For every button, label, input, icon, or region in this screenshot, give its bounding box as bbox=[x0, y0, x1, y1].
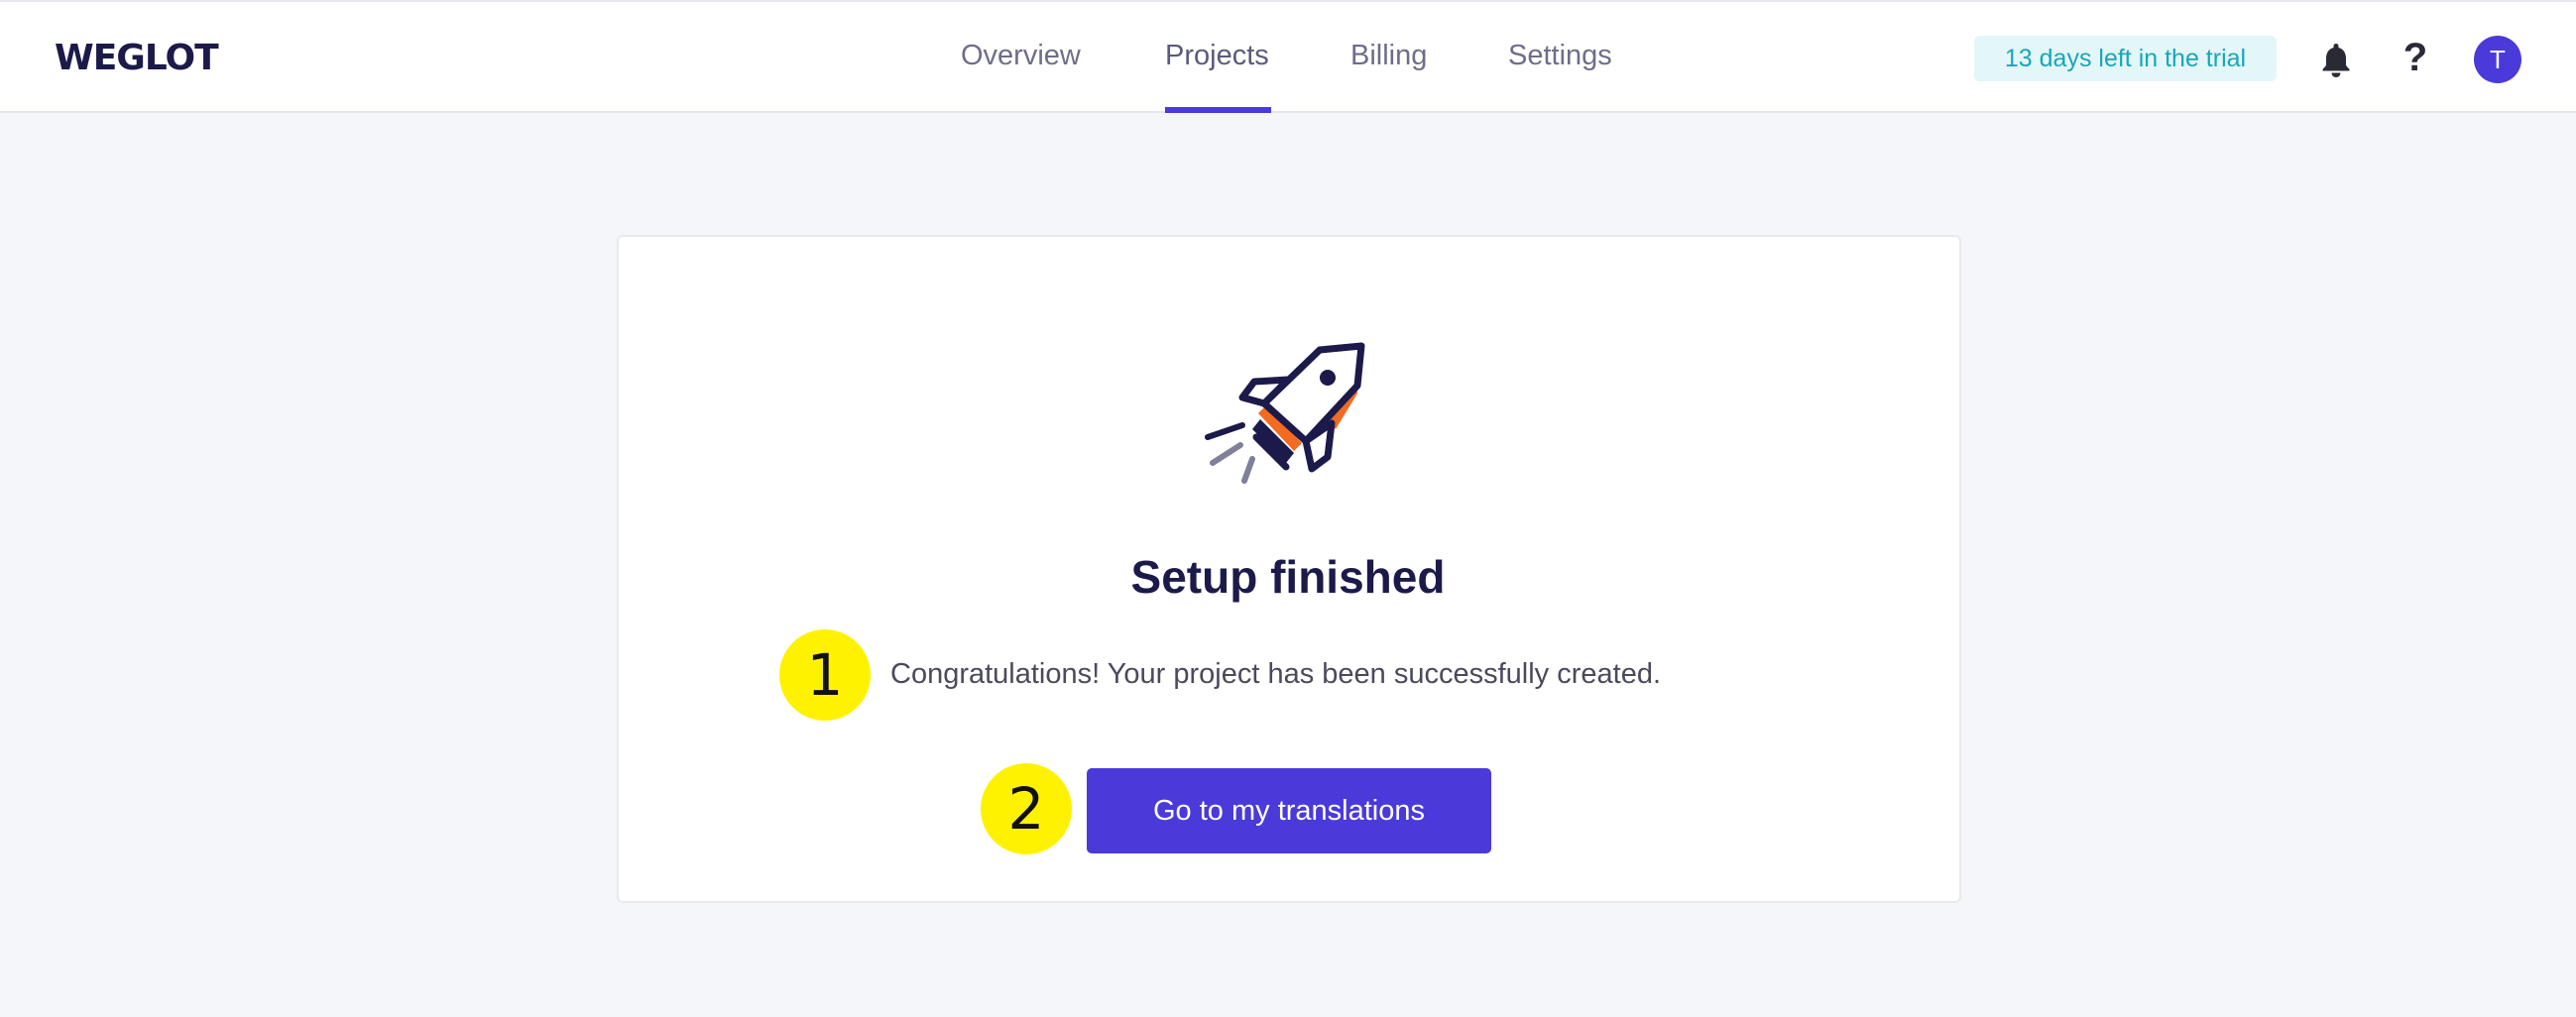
nav-item-projects[interactable]: Projects bbox=[1165, 40, 1269, 72]
active-tab-indicator bbox=[1165, 107, 1271, 113]
help-icon[interactable]: ? bbox=[2398, 36, 2433, 79]
nav-item-overview[interactable]: Overview bbox=[961, 40, 1081, 72]
bell-icon[interactable] bbox=[2316, 40, 2356, 79]
page-title: Setup finished bbox=[1130, 551, 1446, 603]
trial-badge[interactable]: 13 days left in the trial bbox=[1974, 36, 2277, 81]
user-avatar[interactable]: T bbox=[2474, 36, 2521, 83]
nav-item-settings[interactable]: Settings bbox=[1508, 40, 1612, 72]
nav-item-billing[interactable]: Billing bbox=[1350, 40, 1427, 72]
rocket-icon bbox=[1203, 342, 1371, 491]
go-to-translations-button[interactable]: Go to my translations bbox=[1087, 768, 1491, 853]
step-marker-1: 1 bbox=[779, 629, 871, 721]
success-message: Congratulations! Your project has been s… bbox=[890, 658, 1662, 690]
top-navigation-bar: WEGLOT Overview Projects Billing Setting… bbox=[0, 0, 2576, 113]
step-marker-2: 2 bbox=[981, 763, 1072, 854]
